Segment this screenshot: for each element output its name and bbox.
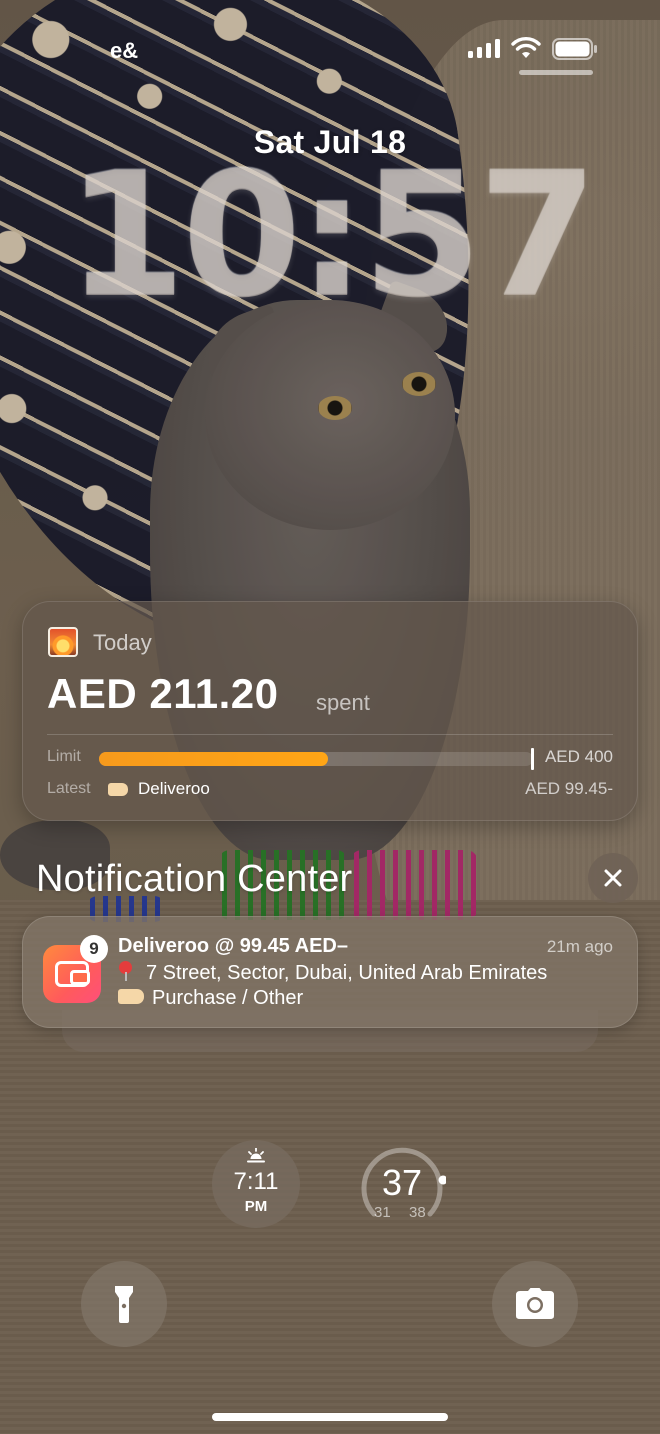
widget-limit-label: Limit [47, 748, 81, 765]
flashlight-icon [115, 1286, 133, 1323]
widget-latest-amount: AED 99.45- [525, 779, 613, 798]
clear-notifications-button[interactable] [588, 853, 638, 903]
notification-center-title: Notification Center [36, 858, 353, 900]
notification-time: 21m ago [546, 937, 613, 956]
sunset-photo-icon [48, 627, 78, 657]
flashlight-button[interactable] [81, 1261, 167, 1347]
notification-location-text: 7 Street, Sector, Dubai, United Arab Emi… [146, 962, 548, 984]
battery-icon [552, 38, 597, 60]
notification-count-badge: 9 [80, 935, 108, 963]
notification-category-text: Purchase / Other [152, 987, 304, 1009]
home-indicator[interactable] [212, 1413, 448, 1421]
widget-spent-suffix: spent [316, 690, 370, 715]
notification-deliveroo[interactable]: 9 Deliveroo @ 99.45 AED– 21m ago 7 Stree… [22, 916, 638, 1028]
temperature-widget[interactable]: 37 31 38 [358, 1140, 446, 1228]
limit-progress-fill [99, 752, 329, 766]
tag-icon [108, 783, 128, 796]
spending-widget[interactable]: Today AED 211.20 spent Limit AED 400 Lat… [22, 601, 638, 821]
temperature-value: 37 [381, 1162, 423, 1203]
carrier-name: e& [110, 38, 139, 63]
notification-category: Purchase / Other [118, 987, 303, 1010]
notification-location: 7 Street, Sector, Dubai, United Arab Emi… [118, 961, 547, 985]
status-bar: e& [0, 0, 660, 100]
widget-spent-amount: AED 211.20 [47, 670, 279, 717]
widget-period-label: Today [93, 630, 152, 655]
camera-button[interactable] [492, 1261, 578, 1347]
wallet-icon [55, 961, 90, 987]
cellular-signal-icon [468, 38, 500, 58]
widget-limit-value: AED 400 [544, 747, 613, 766]
pin-icon [118, 961, 134, 981]
sunset-time: 7:11 [233, 1168, 279, 1195]
sunset-icon [247, 1148, 265, 1163]
status-indicator-line [519, 70, 593, 75]
sunset-widget[interactable]: 7:11 PM [212, 1140, 300, 1228]
limit-marker [531, 748, 534, 770]
temperature-max: 38 [409, 1204, 426, 1221]
lock-time: 10:57 [66, 135, 598, 336]
tag-icon [118, 989, 144, 1004]
wifi-icon [511, 37, 541, 58]
limit-progress-bar [99, 752, 533, 766]
sunset-period: PM [244, 1198, 268, 1215]
close-icon [604, 869, 622, 887]
camera-icon [516, 1288, 554, 1319]
temperature-min: 31 [374, 1204, 391, 1221]
widget-latest-label: Latest [47, 780, 91, 797]
notification-title: Deliveroo @ 99.45 AED– [118, 935, 348, 957]
widget-divider [47, 734, 613, 735]
widget-latest-merchant: Deliveroo [138, 779, 210, 798]
